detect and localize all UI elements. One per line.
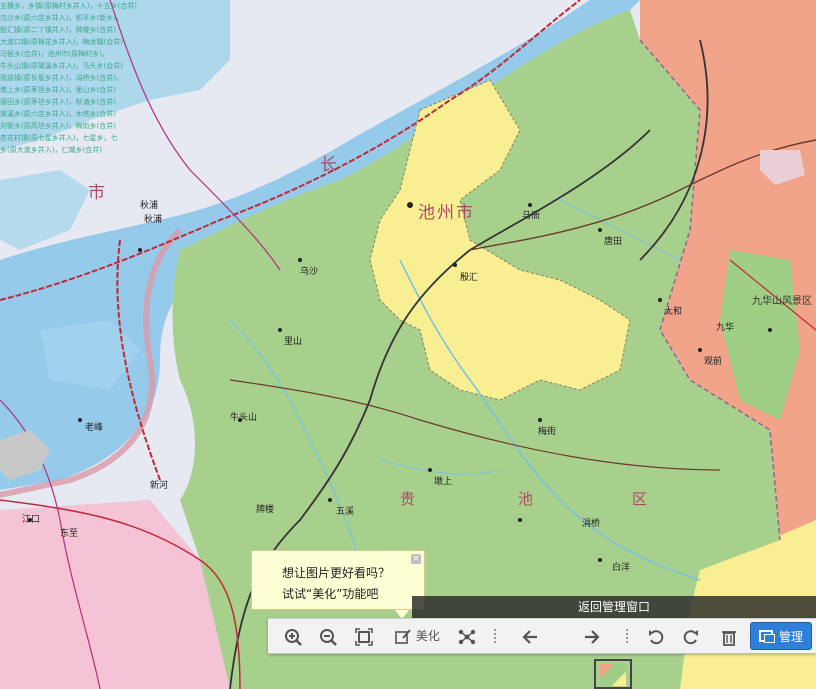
map-notes: 五横乡，乡镇(原梅村乡并入)，十五乡(合并) 乌沙乡(原六店乡并入)，和平乡(新… bbox=[0, 0, 222, 170]
place-label: 秋浦 bbox=[140, 201, 159, 211]
note-line: 墩上乡(原茅坦乡并入)，里山乡(合并) bbox=[0, 86, 116, 94]
zoom-out-icon[interactable] bbox=[319, 625, 337, 647]
note-line: 棠溪乡(原六店乡并入)，木塔乡(合并) bbox=[0, 110, 116, 118]
note-line: 马衙乡(合并)，池州市(原梅村乡)， bbox=[0, 50, 109, 58]
place-label: 殷汇 bbox=[460, 273, 479, 283]
tooltip-line-2: 试试“美化”功能吧 bbox=[282, 587, 379, 601]
place-label: 涓桥 bbox=[582, 519, 601, 529]
arrow-right-icon[interactable] bbox=[583, 625, 601, 647]
beautify-tooltip: 想让图片更好看吗？ 试试“美化”功能吧 × bbox=[251, 550, 425, 619]
note-line: 乡(原大渡乡并入)，仁城乡(合并) bbox=[0, 146, 102, 154]
note-line: 杏花村镇(原七星乡并入)，七星乡，七 bbox=[0, 134, 118, 142]
window-icon bbox=[759, 630, 775, 643]
zoom-in-icon[interactable] bbox=[284, 625, 302, 647]
note-line: 殷汇镇(原二丫镇并入)，牌楼乡(合并) bbox=[0, 26, 116, 34]
place-label: 马衙 bbox=[522, 211, 541, 221]
river-label: 长 bbox=[320, 155, 339, 175]
place-label: 老峰 bbox=[85, 423, 104, 433]
place-label: 牌楼 bbox=[256, 505, 275, 515]
place-label: 太和 bbox=[664, 307, 683, 317]
thumbnail[interactable] bbox=[594, 659, 632, 689]
viewer-toolbar: 美化 管理 bbox=[268, 618, 816, 654]
district-title-char-1: 贵 bbox=[400, 490, 416, 508]
manage-button[interactable]: 管理 bbox=[750, 622, 812, 650]
place-label: 五溪 bbox=[336, 507, 355, 517]
note-line: 刘街乡(原高坦乡并入)，梅街乡(合并) bbox=[0, 122, 116, 130]
scenic-area-label: 九华山风景区 bbox=[752, 296, 812, 307]
beautify-button[interactable]: 美化 bbox=[394, 625, 440, 647]
note-line: 唐田乡(原茅坦乡并入)，秋浦乡(合并) bbox=[0, 98, 116, 106]
city-char-label: 市 bbox=[88, 183, 107, 203]
district-title-char-2: 池 bbox=[518, 490, 534, 508]
place-label: 乌沙 bbox=[300, 267, 319, 277]
place-label: 东至 bbox=[60, 529, 79, 539]
place-label: 新河 bbox=[150, 481, 169, 491]
note-line: 大渡口镇(原棉花乡并入)，梅龙镇(合并) bbox=[0, 38, 123, 46]
place-label: 白洋 bbox=[612, 563, 631, 573]
return-to-manager-bar[interactable]: 返回管理窗口 bbox=[412, 596, 816, 618]
tooltip-line-1: 想让图片更好看吗？ bbox=[282, 566, 391, 580]
note-line: 五横乡，乡镇(原梅村乡并入)，十五乡(合并) bbox=[0, 2, 137, 10]
city-label: 池州市 bbox=[418, 203, 475, 223]
beautify-label: 美化 bbox=[415, 629, 440, 643]
place-label: 观前 bbox=[704, 357, 723, 367]
share-icon[interactable] bbox=[458, 625, 476, 647]
note-line: 观前镇(原长坂乡并入)，涓桥乡(合并)， bbox=[0, 74, 123, 82]
place-label: 秋浦 bbox=[144, 215, 163, 225]
fit-screen-icon[interactable] bbox=[355, 625, 373, 647]
trash-icon[interactable] bbox=[720, 625, 738, 647]
toolbar-separator bbox=[626, 629, 628, 643]
place-label: 墩上 bbox=[434, 477, 453, 487]
place-label: 唐田 bbox=[604, 237, 623, 247]
toolbar-separator bbox=[494, 629, 496, 643]
place-label: 江口 bbox=[22, 515, 41, 525]
arrow-left-icon[interactable] bbox=[521, 625, 539, 647]
place-label: 梅街 bbox=[538, 427, 557, 437]
brush-icon bbox=[395, 628, 411, 644]
close-icon[interactable]: × bbox=[411, 554, 421, 564]
place-label: 里山 bbox=[284, 337, 303, 347]
district-title-char-3: 区 bbox=[632, 490, 648, 508]
note-line: 乌沙乡(原六店乡并入)，和平乡(新乡)， bbox=[0, 14, 123, 22]
place-label: 九华 bbox=[716, 323, 735, 333]
rotate-ccw-icon[interactable] bbox=[647, 625, 665, 647]
manage-label: 管理 bbox=[779, 630, 804, 644]
rotate-cw-icon[interactable] bbox=[682, 625, 700, 647]
note-line: 牛头山镇(原棠溪乡并入)，马头乡(合并) bbox=[0, 62, 123, 70]
place-label: 牛头山 bbox=[230, 413, 258, 423]
